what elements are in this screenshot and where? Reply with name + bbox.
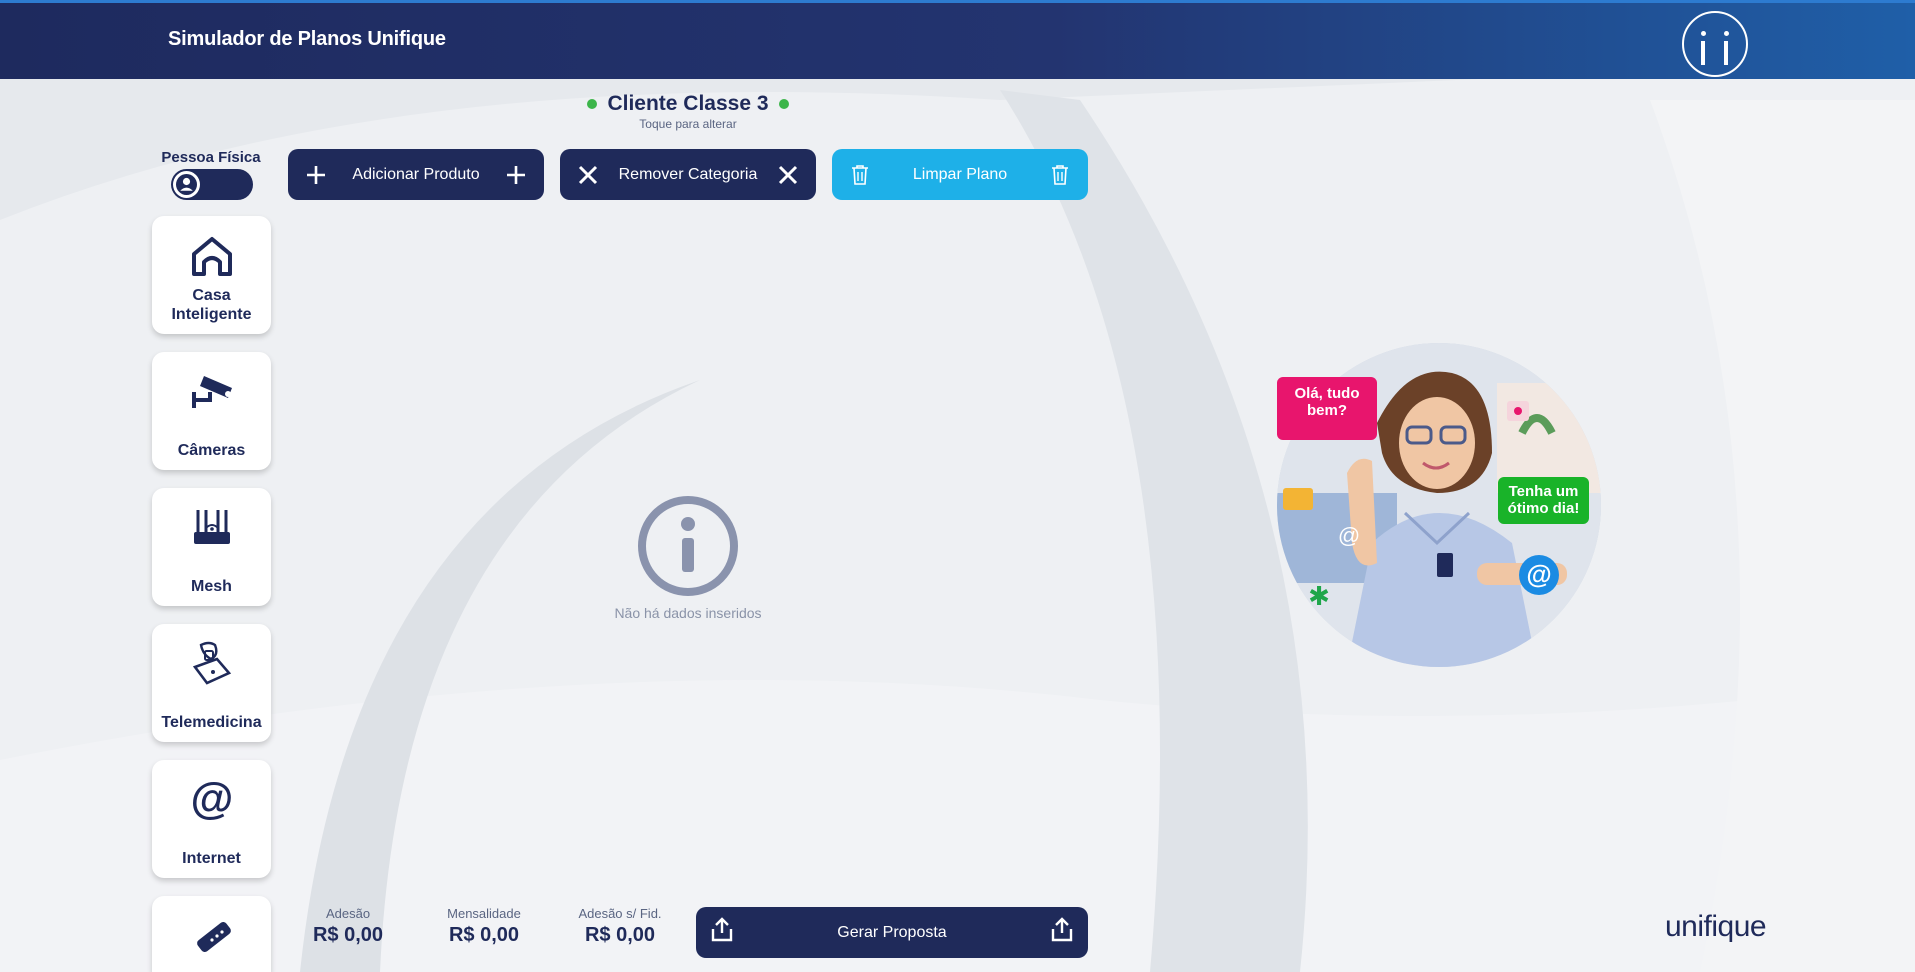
category-label: Casa Inteligente — [171, 287, 252, 323]
house-icon — [152, 230, 271, 282]
trash-icon — [1046, 161, 1074, 189]
info-button[interactable] — [1682, 11, 1748, 77]
category-mesh[interactable]: Mesh — [152, 488, 271, 606]
wish-bubble: Tenha um ótimo dia! — [1498, 477, 1589, 524]
svg-text:@: @ — [1526, 559, 1551, 589]
info-icon — [638, 496, 738, 596]
total-adesao-sem-fidelidade: Adesão s/ Fid. R$ 0,00 — [565, 906, 675, 947]
clear-plan-label: Limpar Plano — [912, 165, 1008, 183]
svg-text:@: @ — [1338, 523, 1360, 548]
greeting-bubble: Olá, tudo bem? — [1277, 377, 1377, 440]
close-icon — [774, 161, 802, 189]
remove-category-button[interactable]: Remover Categoria — [560, 149, 816, 200]
category-label: Internet — [182, 850, 241, 867]
generate-proposal-label: Gerar Proposta — [837, 923, 947, 941]
status-dot-right — [778, 99, 789, 109]
svg-text:@: @ — [190, 777, 233, 823]
generate-proposal-button[interactable]: Gerar Proposta — [696, 907, 1088, 958]
category-tv[interactable] — [152, 896, 271, 972]
category-label: Mesh — [191, 578, 232, 595]
trash-icon — [846, 161, 874, 189]
total-mensalidade-value: R$ 0,00 — [448, 924, 520, 946]
category-casa-inteligente[interactable]: Casa Inteligente — [152, 216, 271, 334]
clear-plan-button[interactable]: Limpar Plano — [832, 149, 1088, 200]
client-class-hint: Toque para alterar — [639, 117, 737, 131]
add-product-button[interactable]: Adicionar Produto — [288, 149, 544, 200]
category-label: Câmeras — [177, 442, 246, 459]
empty-state-message: Não há dados inseridos — [614, 605, 762, 621]
category-label: Telemedicina — [161, 714, 262, 731]
add-product-label: Adicionar Produto — [352, 165, 480, 183]
total-adesao: Adesão R$ 0,00 — [298, 906, 398, 947]
category-telemedicina[interactable]: Telemedicina — [152, 624, 271, 742]
category-cameras[interactable]: Câmeras — [152, 352, 271, 470]
router-icon — [152, 502, 271, 554]
person-type-label: Pessoa Física — [161, 149, 261, 166]
camera-icon — [152, 366, 271, 418]
top-bar: Simulador de Planos Unifique — [0, 0, 1915, 79]
client-class-name: Cliente Classe 3 — [607, 92, 769, 115]
plus-icon — [502, 161, 530, 189]
total-adesao-label: Adesão — [325, 906, 371, 921]
close-icon — [574, 161, 602, 189]
total-adesao-sf-value: R$ 0,00 — [584, 924, 656, 946]
category-internet[interactable]: @ Internet — [152, 760, 271, 878]
status-dot-left — [587, 99, 598, 109]
share-icon — [1050, 917, 1074, 948]
total-mensalidade: Mensalidade R$ 0,00 — [434, 906, 534, 947]
app-title: Simulador de Planos Unifique — [168, 28, 446, 50]
person-type-toggle[interactable] — [171, 169, 253, 200]
unifique-logo: unifique — [1665, 910, 1767, 943]
total-mensalidade-label: Mensalidade — [447, 906, 521, 921]
remote-control-icon — [152, 914, 271, 966]
share-icon — [710, 917, 734, 948]
remove-category-label: Remover Categoria — [618, 165, 758, 183]
plus-icon — [302, 161, 330, 189]
at-icon: @ — [152, 774, 271, 826]
user-icon — [173, 171, 200, 198]
telemedicine-icon — [152, 638, 271, 690]
client-class-selector[interactable]: Cliente Classe 3 Toque para alterar — [580, 92, 796, 131]
background-art — [0, 60, 1915, 972]
total-adesao-sf-label: Adesão s/ Fid. — [578, 906, 662, 921]
empty-state: Não há dados inseridos — [598, 494, 778, 621]
total-adesao-value: R$ 0,00 — [312, 924, 384, 946]
